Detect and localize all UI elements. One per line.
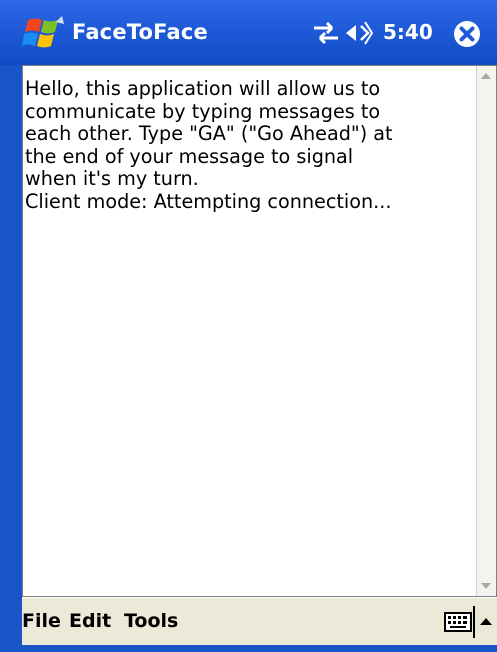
scroll-up-arrow-icon [481, 73, 491, 79]
clock[interactable]: 5:40 [383, 20, 433, 44]
scroll-up-button[interactable] [477, 66, 496, 86]
menu-tools[interactable]: Tools [124, 610, 178, 632]
sip-arrow-up-icon [480, 618, 492, 625]
volume-icon[interactable] [344, 19, 374, 47]
title-bar: FaceToFace 5:40 [0, 0, 497, 65]
menu-bar: File Edit Tools [22, 597, 497, 646]
keyboard-icon[interactable] [444, 611, 472, 633]
menu-edit[interactable]: Edit [69, 610, 111, 632]
scroll-down-arrow-icon [481, 583, 491, 589]
message-text: Hello, this application will allow us to… [25, 77, 393, 213]
bottom-border [0, 645, 497, 652]
scroll-down-button[interactable] [477, 576, 496, 596]
sip-arrow-button[interactable] [477, 606, 495, 638]
connectivity-icon[interactable] [308, 20, 344, 46]
windows-start-flag-icon[interactable] [22, 12, 68, 52]
menu-file[interactable]: File [22, 610, 61, 632]
message-textbox[interactable]: Hello, this application will allow us to… [22, 65, 497, 597]
vertical-scrollbar[interactable] [476, 66, 496, 596]
close-button[interactable] [452, 19, 482, 49]
app-title: FaceToFace [72, 20, 208, 44]
sip-divider [473, 606, 475, 638]
